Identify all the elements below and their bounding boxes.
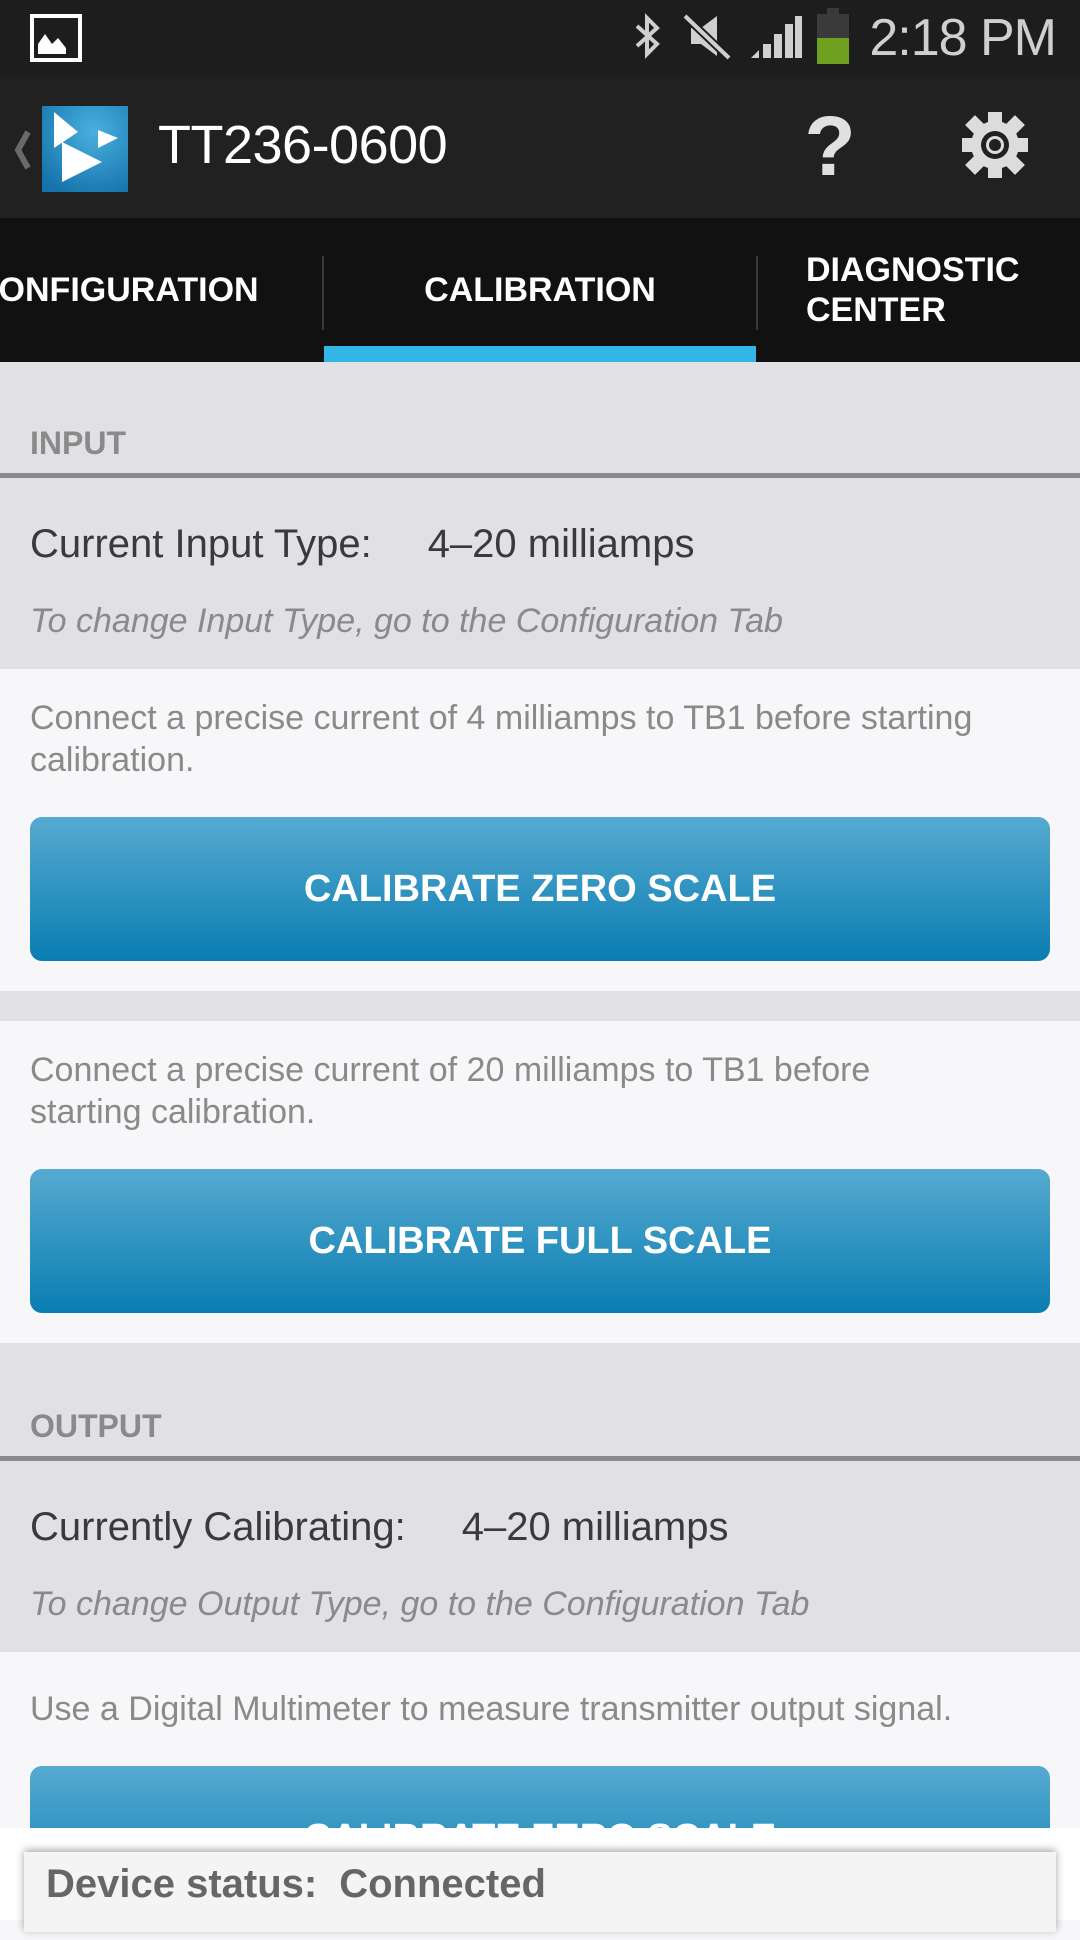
settings-gear-icon[interactable] xyxy=(962,110,1028,185)
output-type-label: Currently Calibrating: xyxy=(30,1505,406,1549)
clock: 2:18 PM xyxy=(869,9,1057,67)
calibrate-full-scale-button[interactable]: CALIBRATE FULL SCALE xyxy=(30,1169,1050,1313)
device-status-label: Device status: xyxy=(46,1862,318,1906)
zero-scale-card: Connect a precise current of 4 milliamps… xyxy=(0,669,1080,991)
input-section-header: INPUT xyxy=(0,362,1080,478)
signal-icon xyxy=(749,12,803,65)
tab-label: DIAGNOSTIC CENTER xyxy=(806,251,1020,329)
back-chevron-icon[interactable] xyxy=(10,128,34,177)
tab-configuration[interactable]: CONFIGURATION xyxy=(0,218,314,362)
calibrate-zero-scale-button[interactable]: CALIBRATE ZERO SCALE xyxy=(30,817,1050,961)
output-zero-scale-instruction: Use a Digital Multimeter to measure tran… xyxy=(30,1690,953,1728)
tab-diagnostic-center[interactable]: DIAGNOSTIC CENTER xyxy=(806,218,1076,362)
battery-icon xyxy=(817,7,850,69)
input-type-label: Current Input Type: xyxy=(30,522,372,566)
input-type-value: 4–20 milliamps xyxy=(427,522,695,566)
input-type-info: Current Input Type: 4–20 milliamps To cha… xyxy=(0,478,1080,669)
tab-label: CONFIGURATION xyxy=(0,271,259,309)
tab-calibration[interactable]: CALIBRATION xyxy=(324,218,756,362)
device-status-bar: Device status: Connected xyxy=(24,1852,1056,1932)
section-title: OUTPUT xyxy=(30,1408,162,1444)
tab-label: CALIBRATION xyxy=(424,271,656,309)
output-type-info: Currently Calibrating: 4–20 milliamps To … xyxy=(0,1461,1080,1652)
section-title: INPUT xyxy=(30,425,126,461)
tab-bar: CONFIGURATION CALIBRATION DIAGNOSTIC CEN… xyxy=(0,218,1080,362)
section-divider xyxy=(0,473,1080,478)
app-logo-icon[interactable] xyxy=(42,106,128,197)
help-button[interactable]: ? xyxy=(800,104,860,188)
section-divider xyxy=(0,1456,1080,1461)
input-type-hint: To change Input Type, go to the Configur… xyxy=(30,602,783,640)
zero-scale-instruction: Connect a precise current of 4 milliamps… xyxy=(30,699,973,779)
action-bar: TT236-0600 ? xyxy=(0,76,1080,218)
output-type-hint: To change Output Type, go to the Configu… xyxy=(30,1585,810,1623)
device-status-value: Connected xyxy=(339,1862,546,1906)
tab-divider xyxy=(756,256,758,330)
card-gap xyxy=(0,991,1080,1021)
gallery-notification-icon xyxy=(30,14,82,62)
output-section-header: OUTPUT xyxy=(0,1343,1080,1461)
full-scale-card: Connect a precise current of 20 milliamp… xyxy=(0,1021,1080,1343)
mute-icon xyxy=(679,12,735,65)
output-type-value: 4–20 milliamps xyxy=(461,1505,729,1549)
calibration-content: INPUT Current Input Type: 4–20 milliamps … xyxy=(0,362,1080,1940)
full-scale-instruction: Connect a precise current of 20 milliamp… xyxy=(30,1051,871,1131)
bluetooth-icon xyxy=(631,12,665,65)
status-bar: 2:18 PM xyxy=(0,0,1080,76)
device-title: TT236-0600 xyxy=(158,115,448,175)
selected-tab-indicator xyxy=(324,346,756,362)
